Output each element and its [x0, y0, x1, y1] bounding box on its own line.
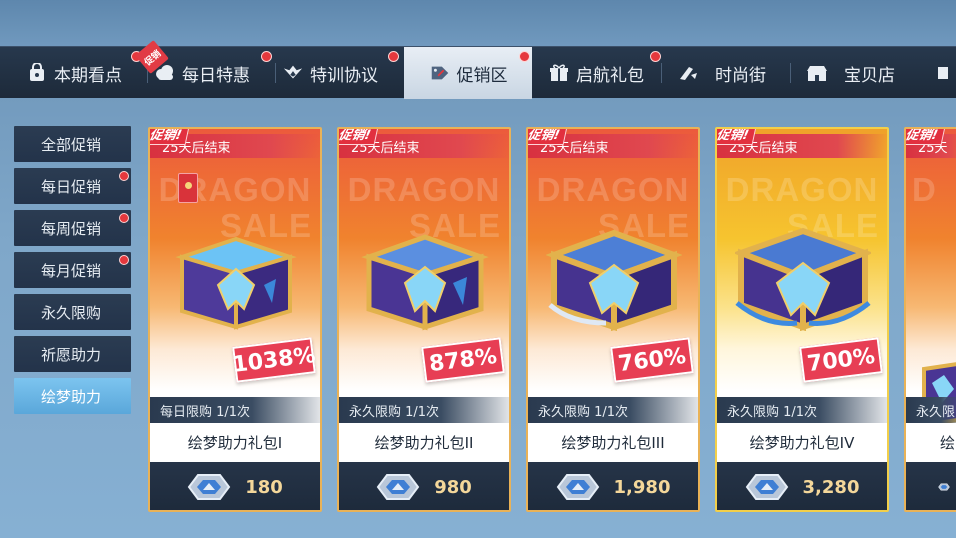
tab-training-badge: [388, 51, 399, 62]
tab-label: 时尚街: [715, 65, 766, 86]
sidebar-item-label: 每月促销: [41, 261, 102, 280]
treasure-chest-icon: [735, 227, 871, 331]
sidebar-item-label: 全部促销: [41, 135, 102, 154]
top-background: [0, 0, 956, 46]
promo-tag: 促销!: [150, 129, 191, 145]
watermark-text: D: [912, 171, 937, 208]
shop-icon: [806, 62, 828, 84]
tab-label: 每日特惠: [182, 65, 250, 86]
purchase-limit: 永久限购 1/1次: [339, 397, 509, 423]
tab-overflow-icon[interactable]: [936, 47, 956, 99]
watermark-text: DRAGON: [347, 171, 501, 208]
buy-button[interactable]: [906, 462, 956, 510]
red-envelope-icon: [178, 173, 198, 203]
promo-tag: 促销!: [339, 129, 380, 145]
tab-highlights[interactable]: 本期看点: [26, 47, 148, 99]
treasure-chest-icon: [546, 229, 682, 331]
bag-icon: [26, 62, 48, 84]
tab-label: 特训协议: [310, 65, 378, 86]
treasure-chest-icon: [361, 234, 489, 331]
sidebar-item-label: 每日促销: [41, 177, 102, 196]
buy-button[interactable]: 3,280: [717, 462, 887, 510]
treasure-chest-icon: [175, 236, 297, 330]
product-name: 绘梦助力礼包III: [528, 423, 698, 461]
sale-tag-icon: [429, 62, 451, 84]
watermark-text: DRAGON: [536, 171, 690, 208]
sidebar-item-permanent-limit[interactable]: 永久限购: [14, 294, 131, 330]
promo-tag: 促销!: [906, 129, 947, 145]
buy-button[interactable]: 180: [150, 462, 320, 510]
product-card[interactable]: DRAGON SALE 25天后结束 促销! 700% 永久限购 1/1次 绘梦…: [715, 127, 889, 512]
sidebar-item-label: 每周促销: [41, 219, 102, 238]
diamond-currency-icon: [938, 483, 950, 491]
product-card[interactable]: DRAGON SALE 25天后结束 促销! 760% 永久限购 1/1次 绘梦…: [526, 127, 700, 512]
tab-promotions[interactable]: 促销区: [404, 47, 532, 99]
sidebar-badge: [119, 255, 129, 265]
product-card[interactable]: DRAGON SALE 25天后结束 促销! 1038% 每日限购 1/1次 绘…: [148, 127, 322, 512]
promotion-sidebar: 全部促销 每日促销 每周促销 每月促销 永久限购 祈愿助力 绘梦助力: [14, 126, 131, 420]
promo-tag: 促销!: [717, 129, 758, 145]
purchase-limit: 永久限购 1/1次: [528, 397, 698, 423]
watermark-text: DRAGON: [158, 171, 312, 208]
purchase-limit: 永久限: [906, 397, 956, 423]
purchase-limit: 永久限购 1/1次: [717, 397, 887, 423]
purchase-limit: 每日限购 1/1次: [150, 397, 320, 423]
tab-training-protocol[interactable]: 特训协议: [282, 47, 400, 99]
buy-button[interactable]: 1,980: [528, 462, 698, 510]
tab-daily-deals[interactable]: 每日特惠: [154, 47, 276, 99]
tab-fashion-street[interactable]: 时尚街: [677, 47, 791, 99]
sidebar-item-label: 永久限购: [41, 303, 102, 322]
tab-label: 启航礼包: [576, 65, 644, 86]
diamond-currency-icon: [745, 474, 788, 500]
product-name: 绘梦助力礼包II: [339, 423, 509, 461]
product-card[interactable]: DRAGON SALE 25天后结束 促销! 878% 永久限购 1/1次 绘梦…: [337, 127, 511, 512]
sidebar-badge: [119, 213, 129, 223]
sidebar-item-wish-boost[interactable]: 祈愿助力: [14, 336, 131, 372]
product-name: 绘梦助力礼包I: [150, 423, 320, 461]
sidebar-item-dream-boost[interactable]: 绘梦助力: [14, 378, 131, 414]
tab-promotions-badge: [519, 51, 530, 62]
sidebar-badge: [119, 171, 129, 181]
diamond-currency-icon: [376, 474, 420, 500]
tab-launch-gift-badge: [650, 51, 661, 62]
sidebar-item-monthly-promotions[interactable]: 每月促销: [14, 252, 131, 288]
sidebar-item-weekly-promotions[interactable]: 每周促销: [14, 210, 131, 246]
card-artwork: D: [906, 129, 956, 391]
tab-daily-deals-badge: [261, 51, 272, 62]
sidebar-item-daily-promotions[interactable]: 每日促销: [14, 168, 131, 204]
sidebar-item-label: 绘梦助力: [41, 387, 102, 406]
sidebar-item-all-promotions[interactable]: 全部促销: [14, 126, 131, 162]
promo-tag: 促销!: [528, 129, 569, 145]
product-name: 绘梦助力礼包IV: [717, 423, 887, 461]
diamond-currency-icon: [187, 474, 231, 500]
price-value: 1,980: [613, 476, 671, 498]
buy-button[interactable]: 980: [339, 462, 509, 510]
tab-label: 促销区: [456, 65, 508, 86]
tab-treasure-shop[interactable]: 宝贝店: [806, 47, 916, 99]
sidebar-item-label: 祈愿助力: [41, 345, 102, 364]
tab-launch-gift[interactable]: 启航礼包: [548, 47, 662, 99]
diamond-currency-icon: [556, 474, 599, 500]
watermark-text: DRAGON: [725, 171, 879, 208]
product-card-partial[interactable]: D 25天 促销! 永久限 绘: [904, 127, 956, 512]
wings-icon: [282, 62, 304, 84]
price-value: 180: [245, 476, 283, 498]
tab-label: 本期看点: [54, 65, 122, 86]
price-value: 980: [434, 476, 472, 498]
fashion-icon: [677, 62, 699, 84]
product-name: 绘: [906, 423, 956, 461]
price-value: 3,280: [802, 476, 860, 498]
gift-icon: [548, 62, 570, 84]
tab-label: 宝贝店: [844, 65, 895, 86]
